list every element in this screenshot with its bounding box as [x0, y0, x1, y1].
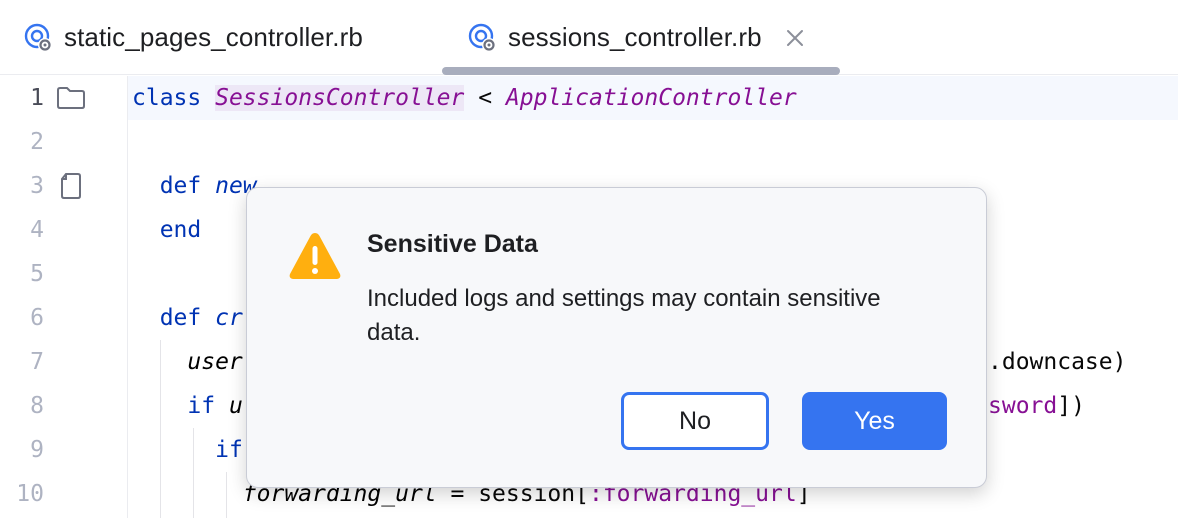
code-line-6: def cr — [132, 296, 243, 340]
close-icon[interactable] — [784, 27, 806, 49]
dialog-title: Sensitive Data — [367, 230, 538, 258]
punctuation: ]) — [1057, 393, 1085, 419]
line-number: 4 — [30, 217, 44, 243]
code-line-1: class SessionsController < ApplicationCo… — [132, 76, 797, 120]
keyword: class — [132, 85, 202, 111]
line-number: 1 — [30, 85, 44, 111]
line-number: 9 — [30, 437, 44, 463]
class-name: SessionsController — [215, 85, 465, 111]
line-number: 3 — [30, 173, 44, 199]
line-number: 5 — [30, 261, 44, 287]
parent-class: ApplicationController — [505, 85, 797, 111]
tab-label: sessions_controller.rb — [508, 22, 762, 52]
keyword: def — [159, 173, 202, 199]
line-number: 8 — [30, 393, 44, 419]
dialog-message: Included logs and settings may contain s… — [367, 285, 881, 346]
line-number: 2 — [30, 129, 44, 155]
yes-button[interactable]: Yes — [802, 392, 947, 450]
code-line-8-tail: sword]) — [988, 384, 1085, 428]
tab-static-pages-controller[interactable]: static_pages_controller.rb — [22, 0, 363, 75]
variable: u — [215, 393, 243, 419]
tab-label: static_pages_controller.rb — [64, 22, 363, 52]
keyword: if — [215, 437, 243, 463]
code-line-3: def new — [132, 164, 257, 208]
line-number: 10 — [16, 481, 44, 507]
warning-icon — [287, 230, 343, 282]
operator: < — [464, 85, 506, 111]
code-line-7: user — [132, 340, 243, 384]
ruby-controller-icon — [22, 21, 56, 55]
code-line-9: if — [132, 428, 243, 472]
code-line-4: end — [132, 208, 202, 252]
sensitive-data-dialog: Sensitive Data Included logs and setting… — [246, 187, 987, 488]
code-line-7-tail: .downcase) — [988, 349, 1127, 375]
symbol: sword — [988, 393, 1058, 419]
line-number: 6 — [30, 305, 44, 331]
variable: user — [187, 349, 243, 375]
keyword: end — [159, 217, 202, 243]
active-tab-indicator — [442, 67, 840, 75]
code-line-8: if u — [132, 384, 243, 428]
tab-sessions-controller[interactable]: sessions_controller.rb — [466, 0, 806, 75]
line-number: 7 — [30, 349, 44, 375]
method-file-icon[interactable] — [56, 171, 86, 201]
keyword: def — [159, 305, 202, 331]
ruby-controller-icon — [466, 21, 500, 55]
method-name: cr — [215, 305, 243, 331]
editor-tab-bar: static_pages_controller.rb sessions_cont… — [0, 0, 1178, 75]
no-button[interactable]: No — [621, 392, 769, 450]
folder-icon[interactable] — [56, 83, 86, 113]
keyword: if — [187, 393, 216, 419]
